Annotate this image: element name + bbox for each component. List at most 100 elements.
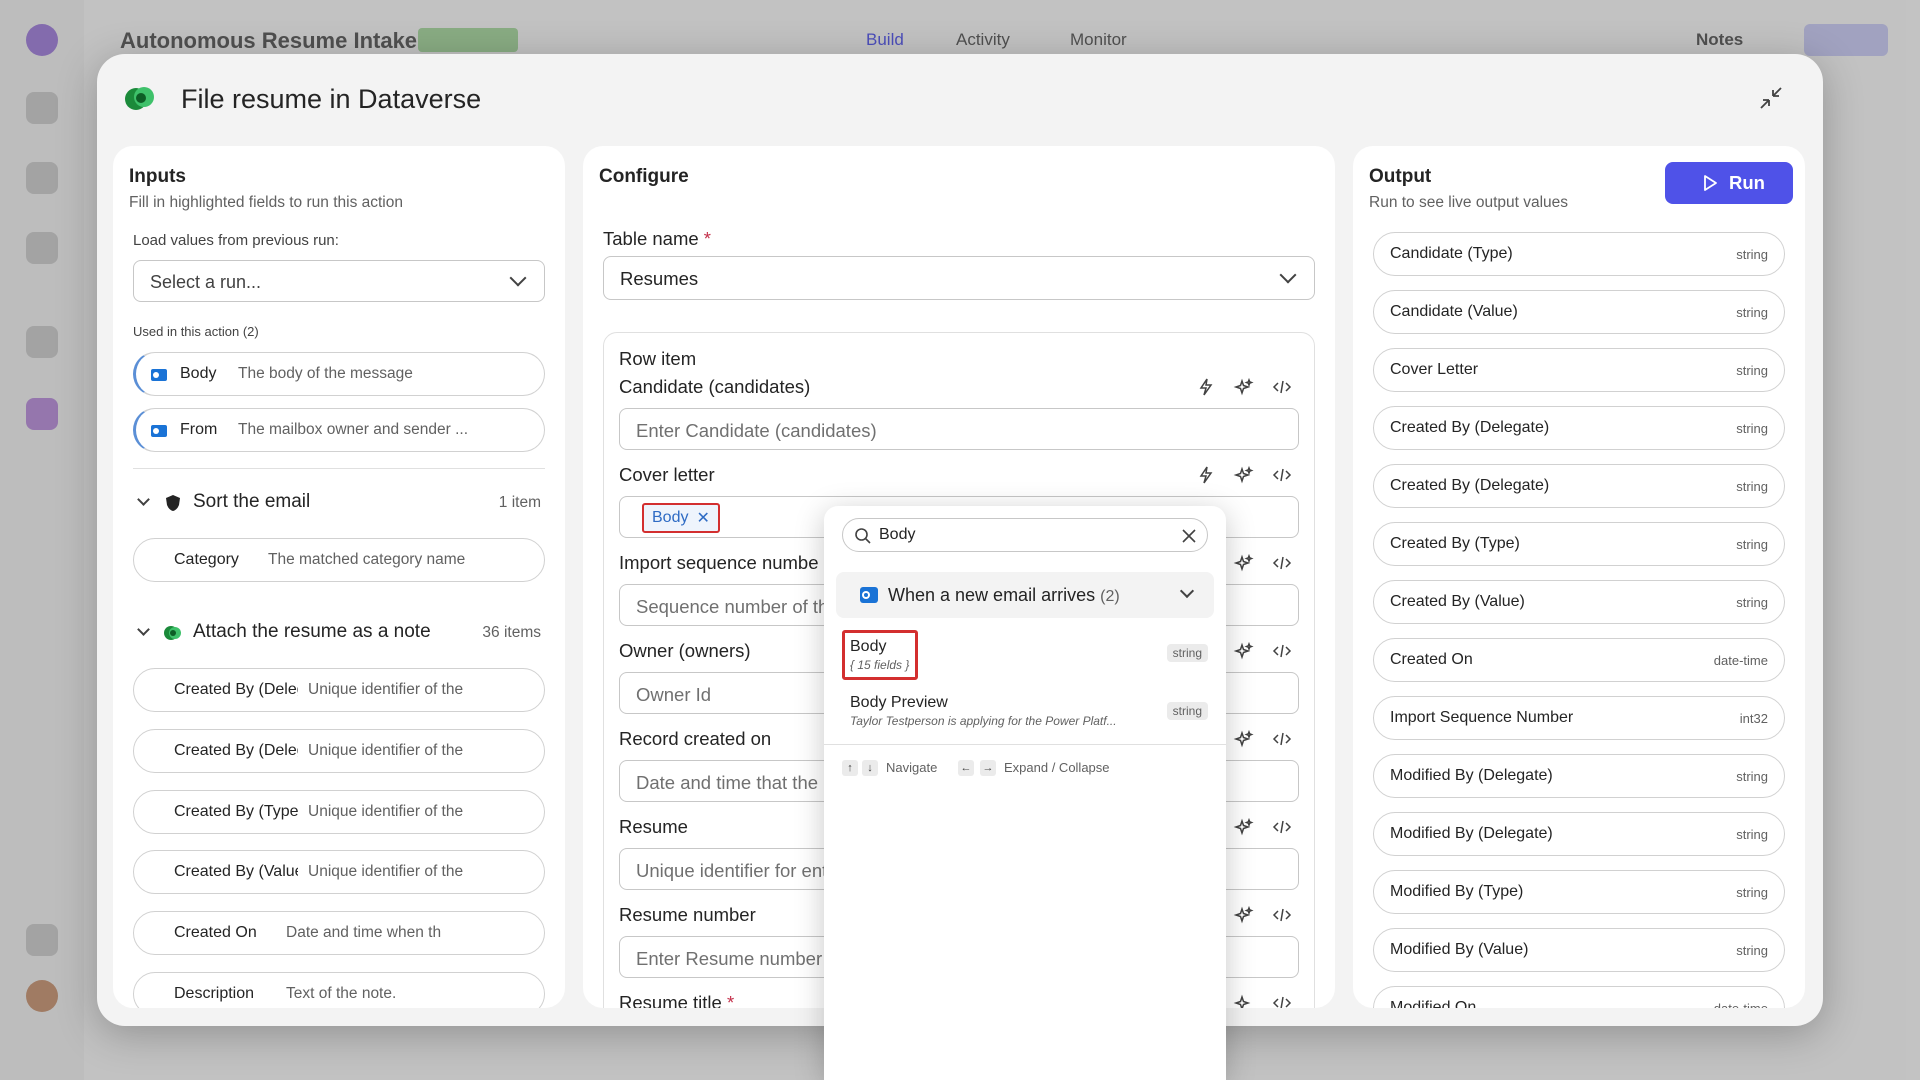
output-type: string <box>1736 769 1768 784</box>
item-type: string <box>1166 702 1208 720</box>
output-row[interactable]: Import Sequence Number int32 <box>1373 696 1785 740</box>
select-run-dropdown[interactable]: Select a run... <box>133 260 545 302</box>
input-field[interactable]: Created By (Delegate) Unique identifier … <box>133 668 545 712</box>
output-row[interactable]: Modified By (Type) string <box>1373 870 1785 914</box>
input-field[interactable]: Created By (Delegate) Unique identifier … <box>133 729 545 773</box>
shield-icon <box>166 495 180 511</box>
output-row[interactable]: Modified On date-time <box>1373 986 1785 1008</box>
field-label: Resume title * <box>619 992 734 1008</box>
sparkle-icon[interactable] <box>1233 376 1255 398</box>
inputs-subtitle: Fill in highlighted fields to run this a… <box>129 194 403 211</box>
output-type: string <box>1736 537 1768 552</box>
sparkle-icon[interactable] <box>1233 552 1255 574</box>
lightning-icon[interactable] <box>1195 376 1217 398</box>
output-subtitle: Run to see live output values <box>1369 194 1569 211</box>
input-placeholder: Enter Candidate (candidates) <box>636 420 877 441</box>
code-icon[interactable] <box>1271 904 1293 926</box>
sparkle-icon[interactable] <box>1233 992 1255 1008</box>
chevron-down-icon <box>137 493 150 506</box>
output-type: date-time <box>1714 1001 1768 1008</box>
output-name: Modified By (Type) <box>1390 883 1524 900</box>
input-field[interactable]: Created On Date and time when th <box>133 911 545 955</box>
input-placeholder: Owner Id <box>636 684 712 705</box>
outlook-icon <box>151 369 167 381</box>
input-field-category[interactable]: Category The matched category name <box>133 538 545 582</box>
clear-search-icon[interactable] <box>1181 528 1197 544</box>
field-desc: The matched category name <box>268 551 466 568</box>
field-label: Candidate (candidates) <box>619 376 811 397</box>
expand-collapse-hint: Expand / Collapse <box>1004 760 1110 775</box>
remove-token-icon[interactable]: ✕ <box>696 508 709 528</box>
output-row[interactable]: Created By (Value) string <box>1373 580 1785 624</box>
output-type: string <box>1736 943 1768 958</box>
field-label: Owner (owners) <box>619 640 751 661</box>
trigger-group-new-email[interactable]: When a new email arrives (2) <box>836 572 1214 618</box>
code-icon[interactable] <box>1271 552 1293 574</box>
sparkle-icon[interactable] <box>1233 728 1255 750</box>
run-button[interactable]: Run <box>1665 162 1793 204</box>
used-input-body[interactable]: Body The body of the message <box>133 352 545 396</box>
input-field[interactable]: Created By (Type) Unique identifier of t… <box>133 790 545 834</box>
output-panel: Output Run to see live output values Run… <box>1353 146 1805 1008</box>
output-row[interactable]: Modified By (Delegate) string <box>1373 812 1785 856</box>
resume-title-text: Resume title <box>619 992 722 1008</box>
code-icon[interactable] <box>1271 728 1293 750</box>
field-desc: Unique identifier of the <box>308 863 464 880</box>
required-marker: * <box>726 992 735 1008</box>
code-icon[interactable] <box>1271 464 1293 486</box>
table-name-dropdown[interactable]: Resumes <box>603 256 1315 300</box>
field-name: Created By (Value) <box>174 863 298 880</box>
divider <box>824 744 1226 745</box>
dataverse-icon <box>125 87 154 110</box>
collapse-icon[interactable] <box>1757 84 1785 112</box>
item-name: Body <box>850 638 887 655</box>
section-title: Sort the email <box>193 491 311 512</box>
section-sort-the-email[interactable]: Sort the email 1 item <box>133 488 545 518</box>
output-row[interactable]: Modified By (Delegate) string <box>1373 754 1785 798</box>
sparkle-icon[interactable] <box>1233 640 1255 662</box>
output-name: Created By (Delegate) <box>1390 419 1550 436</box>
output-name: Created By (Delegate) <box>1390 477 1550 494</box>
output-row[interactable]: Modified By (Value) string <box>1373 928 1785 972</box>
field-name: Created By (Delegate) <box>174 681 298 698</box>
field-label: Resume number <box>619 904 756 925</box>
popup-item-body-preview[interactable]: Body Preview Taylor Testperson is applyi… <box>842 690 1208 736</box>
body-token[interactable]: Body ✕ <box>642 503 720 533</box>
popup-search-input[interactable]: Body <box>842 518 1208 552</box>
output-row[interactable]: Created By (Type) string <box>1373 522 1785 566</box>
output-type: int32 <box>1739 711 1768 726</box>
search-value: Body <box>879 526 916 543</box>
field-desc: Unique identifier of the <box>308 742 464 759</box>
section-count: 36 items <box>482 624 541 641</box>
sparkle-icon[interactable] <box>1233 816 1255 838</box>
output-row[interactable]: Candidate (Type) string <box>1373 232 1785 276</box>
divider <box>133 468 545 469</box>
output-row[interactable]: Created By (Delegate) string <box>1373 464 1785 508</box>
code-icon[interactable] <box>1271 816 1293 838</box>
used-in-action-label: Used in this action (2) <box>133 324 259 339</box>
output-row[interactable]: Candidate (Value) string <box>1373 290 1785 334</box>
sparkle-icon[interactable] <box>1233 464 1255 486</box>
code-icon[interactable] <box>1271 640 1293 662</box>
sparkle-icon[interactable] <box>1233 904 1255 926</box>
code-icon[interactable] <box>1271 376 1293 398</box>
output-name: Candidate (Value) <box>1390 303 1518 320</box>
input-field[interactable]: Created By (Value) Unique identifier of … <box>133 850 545 894</box>
group-name: When a new email arrives (2) <box>888 585 1120 606</box>
output-row[interactable]: Created On date-time <box>1373 638 1785 682</box>
lightning-icon[interactable] <box>1195 464 1217 486</box>
modal-header: File resume in Dataverse <box>97 54 1823 144</box>
candidate-input[interactable]: Enter Candidate (candidates) <box>619 408 1299 450</box>
output-name: Import Sequence Number <box>1390 709 1574 726</box>
output-row[interactable]: Cover Letter string <box>1373 348 1785 392</box>
input-field[interactable]: Description Text of the note. <box>133 972 545 1008</box>
chevron-down-icon <box>137 623 150 636</box>
used-input-from[interactable]: From The mailbox owner and sender ... <box>133 408 545 452</box>
input-placeholder: Enter Resume number <box>636 948 823 969</box>
chevron-down-icon <box>1179 583 1195 599</box>
output-row[interactable]: Created By (Delegate) string <box>1373 406 1785 450</box>
popup-item-body[interactable]: Body { 15 fields } string <box>842 630 1208 680</box>
section-attach-resume[interactable]: Attach the resume as a note 36 items <box>133 618 545 648</box>
code-icon[interactable] <box>1271 992 1293 1008</box>
output-type: string <box>1736 363 1768 378</box>
